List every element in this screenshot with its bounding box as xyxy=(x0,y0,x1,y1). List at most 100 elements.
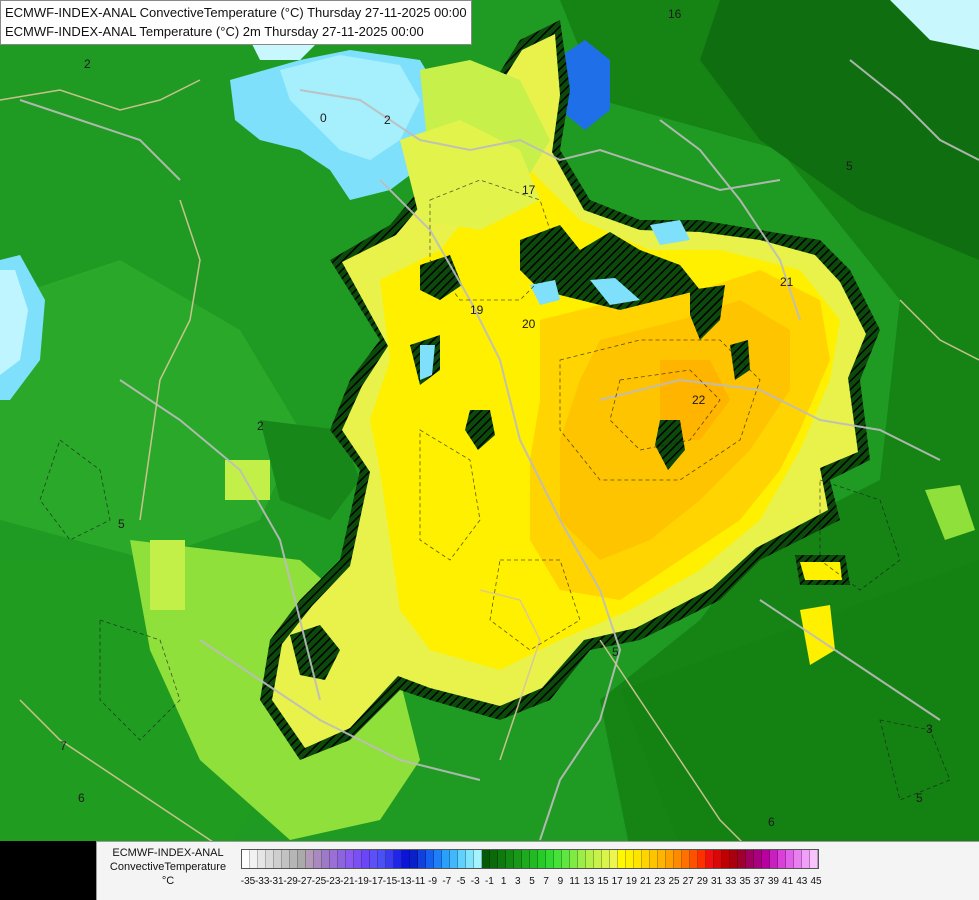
colorbar-swatch xyxy=(762,850,770,868)
colorbar-swatch xyxy=(242,850,250,868)
colorbar-swatch xyxy=(490,850,498,868)
colorbar-swatch xyxy=(418,850,426,868)
colorbar-swatch xyxy=(378,850,386,868)
colorbar-tick-label: 23 xyxy=(654,876,666,887)
colorbar-swatch xyxy=(810,850,818,868)
colorbar-ticks: -35 -33 -31 -29 -27 -25 -23 -21 -19 -17 -15 -13 -11-… xyxy=(240,876,975,890)
colorbar-swatch xyxy=(698,850,706,868)
map-title-box: ECMWF-INDEX-ANAL ConvectiveTemperature (… xyxy=(0,0,472,45)
colorbar-swatch xyxy=(570,850,578,868)
contour-label: 7 xyxy=(60,739,67,753)
colorbar-legend: ECMWF-INDEX-ANAL ConvectiveTemperature °… xyxy=(96,841,979,900)
colorbar-swatch xyxy=(506,850,514,868)
colorbar-swatch xyxy=(802,850,810,868)
colorbar-tick-label: -7 xyxy=(442,876,452,887)
colorbar-swatch xyxy=(362,850,370,868)
contour-label: 22 xyxy=(692,393,706,407)
colorbar-tick-label: -13 xyxy=(396,876,412,887)
colorbar-swatch xyxy=(746,850,754,868)
colorbar-tick-label: -9 xyxy=(428,876,438,887)
legend-label: ECMWF-INDEX-ANAL ConvectiveTemperature °… xyxy=(103,846,233,888)
colorbar-swatch xyxy=(402,850,410,868)
colorbar-tick-label: 5 xyxy=(529,876,535,887)
colorbar-tick-label: 25 xyxy=(668,876,680,887)
colorbar-tick-label: -23 xyxy=(325,876,341,887)
colorbar-swatch xyxy=(458,850,466,868)
colorbar-swatch xyxy=(474,850,482,868)
colorbar-swatch xyxy=(610,850,618,868)
colorbar-swatch xyxy=(618,850,626,868)
colorbar-swatch xyxy=(682,850,690,868)
colorbar-swatch xyxy=(658,850,666,868)
colorbar-swatch xyxy=(626,850,634,868)
colorbar-swatch xyxy=(786,850,794,868)
contour-label: 20 xyxy=(522,317,536,331)
colorbar-tick-label: 11 xyxy=(569,876,580,887)
colorbar-tick-label: -11 xyxy=(411,876,426,887)
colorbar-swatch xyxy=(690,850,698,868)
contour-label: 6 xyxy=(78,791,85,805)
colorbar-swatch xyxy=(394,850,402,868)
colorbar-tick-label: 1 xyxy=(500,876,507,887)
legend-variable: ConvectiveTemperature xyxy=(109,861,227,873)
colorbar-tick-label: -25 xyxy=(311,876,327,887)
colorbar-tick-label: 19 xyxy=(625,876,637,887)
map-field: 160521720192221252563576 xyxy=(0,0,979,900)
colorbar-tick-label: 13 xyxy=(583,876,595,887)
title-line-convective: ECMWF-INDEX-ANAL ConvectiveTemperature (… xyxy=(5,5,467,20)
colorbar-swatch xyxy=(714,850,722,868)
colorbar-swatch xyxy=(426,850,434,868)
colorbar-swatch xyxy=(450,850,458,868)
colorbar-swatch xyxy=(266,850,274,868)
colorbar-tick-label: 17 xyxy=(611,876,623,887)
colorbar-swatch xyxy=(346,850,354,868)
colorbar-swatch xyxy=(778,850,786,868)
colorbar-tick-label: 15 xyxy=(597,876,609,887)
colorbar-swatch xyxy=(554,850,562,868)
contour-label: 5 xyxy=(916,791,923,805)
colorbar-swatch xyxy=(322,850,330,868)
colorbar-swatch xyxy=(754,850,762,868)
legend-unit: °C xyxy=(161,875,175,887)
colorbar-swatch xyxy=(738,850,746,868)
title-line-temperature: ECMWF-INDEX-ANAL Temperature (°C) 2m Thu… xyxy=(5,24,424,39)
colorbar-tick-label: -1 xyxy=(484,876,494,887)
colorbar-swatch xyxy=(250,850,258,868)
legend-model: ECMWF-INDEX-ANAL xyxy=(112,847,224,859)
colorbar-tick-label: -17 xyxy=(368,876,384,887)
colorbar-tick-label: 9 xyxy=(557,876,564,887)
colorbar-tick-label: 37 xyxy=(753,876,765,887)
colorbar-swatch xyxy=(562,850,570,868)
colorbar-swatch xyxy=(306,850,314,868)
colorbar-swatch xyxy=(442,850,450,868)
colorbar-swatch xyxy=(370,850,378,868)
colorbar-tick-label: -35 xyxy=(240,876,256,887)
colorbar-tick-label: -3 xyxy=(470,876,480,887)
contour-label: 5 xyxy=(118,517,125,531)
contour-label: 6 xyxy=(768,815,775,829)
colorbar-swatch xyxy=(730,850,738,868)
colorbar-swatch xyxy=(706,850,714,868)
colorbar-swatch xyxy=(530,850,538,868)
colorbar-swatch xyxy=(386,850,394,868)
colorbar-tick-label: 21 xyxy=(640,876,652,887)
colorbar-swatch xyxy=(482,850,490,868)
colorbar-swatch xyxy=(282,850,290,868)
colorbar-swatch xyxy=(602,850,610,868)
colorbar-swatch xyxy=(330,850,338,868)
corner-strip xyxy=(0,841,96,900)
colorbar-tick-label: -27 xyxy=(297,876,313,887)
colorbar-swatch xyxy=(546,850,554,868)
colorbar-tick-label: 31 xyxy=(711,876,723,887)
colorbar-tick-label: -31 xyxy=(269,876,284,887)
colorbar-swatch xyxy=(354,850,362,868)
colorbar-tick-label: -19 xyxy=(354,876,369,887)
colorbar-swatch xyxy=(770,850,778,868)
colorbar-swatch xyxy=(290,850,298,868)
colorbar-tick-label: 29 xyxy=(696,876,708,887)
colorbar-swatch xyxy=(522,850,530,868)
colorbar-tick-label: 45 xyxy=(810,876,822,887)
colorbar-tick-label: 3 xyxy=(515,876,521,887)
colorbar-swatch xyxy=(650,850,658,868)
colorbar-tick-label: 43 xyxy=(796,876,808,887)
